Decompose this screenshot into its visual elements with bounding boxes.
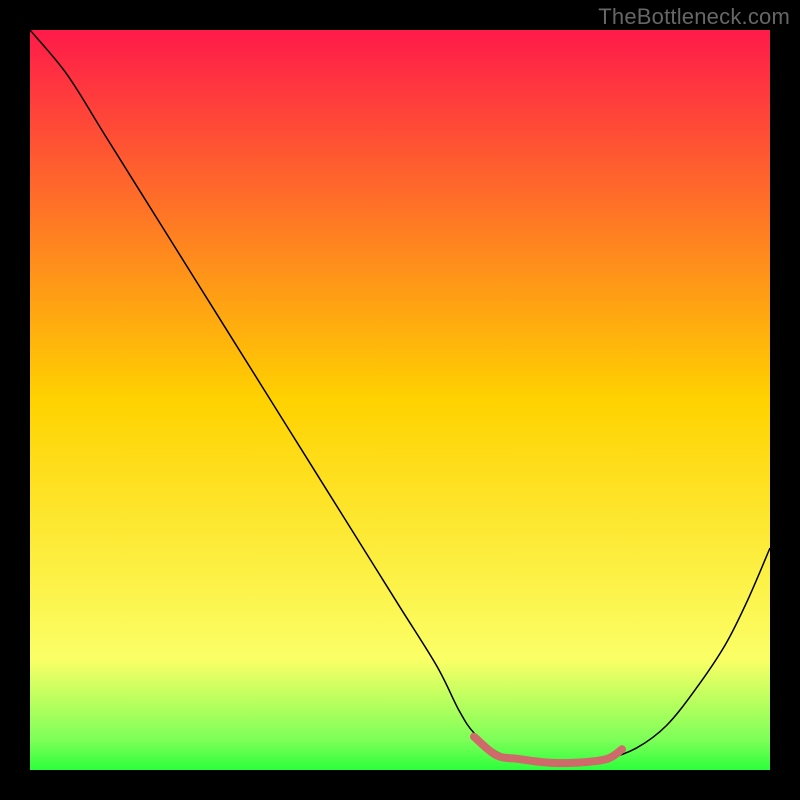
- plot-area: [30, 30, 770, 770]
- watermark-text: TheBottleneck.com: [598, 4, 790, 30]
- bottleneck-chart: [30, 30, 770, 770]
- gradient-background: [30, 30, 770, 770]
- chart-frame: TheBottleneck.com: [0, 0, 800, 800]
